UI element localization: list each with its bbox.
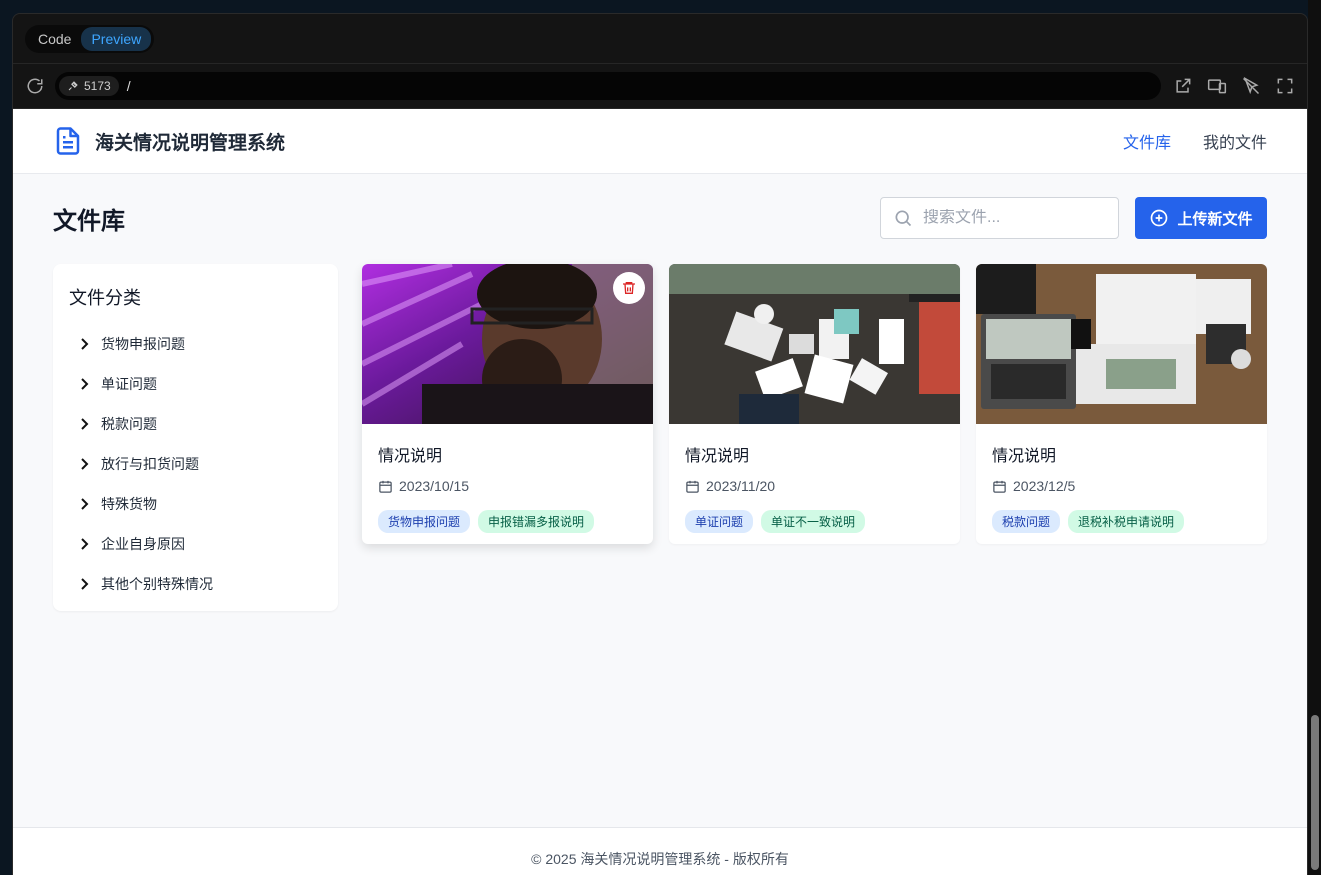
category-item[interactable]: 税款问题 <box>69 404 322 444</box>
card-date: 2023/11/20 <box>685 478 944 494</box>
category-label: 单证问题 <box>101 376 157 392</box>
subcategory-tag[interactable]: 单证不一致说明 <box>761 510 866 533</box>
category-label: 放行与扣货问题 <box>101 456 199 472</box>
file-card[interactable]: 情况说明 2023/10/15 货物申报问题 申报错漏多报说明 <box>362 264 653 544</box>
tag-list: 单证问题 单证不一致说明 <box>685 510 944 533</box>
card-title: 情况说明 <box>685 448 750 465</box>
calendar-icon <box>993 480 1006 493</box>
fullscreen-icon[interactable] <box>1275 76 1295 96</box>
file-card[interactable]: 情况说明 2023/11/20 单证问题 单证不一致说明 <box>669 264 960 544</box>
app-header: 海关情况说明管理系统 文件库 我的文件 <box>13 109 1307 174</box>
category-item[interactable]: 其他个别特殊情况 <box>69 564 322 604</box>
upload-label: 上传新文件 <box>1177 210 1253 228</box>
tab-preview[interactable]: Preview <box>81 26 152 51</box>
file-thumbnail <box>669 264 960 424</box>
category-tag[interactable]: 货物申报问题 <box>378 510 471 533</box>
inspect-cursor-icon[interactable] <box>1241 76 1261 96</box>
card-title: 情况说明 <box>992 448 1057 465</box>
chevron-right-icon <box>81 458 89 470</box>
subcategory-tag[interactable]: 退税补税申请说明 <box>1068 510 1185 533</box>
main-content: 文件分类 货物申报问题 单证问题 税款问题 放行与扣货问题 特殊货物 企业自身原… <box>13 239 1307 611</box>
chevron-right-icon <box>81 498 89 510</box>
external-link-icon[interactable] <box>1173 76 1193 96</box>
app-viewport: 海关情况说明管理系统 文件库 我的文件 文件库 上传新文件 文件分类 货物申报问… <box>13 109 1307 875</box>
sidebar-title: 文件分类 <box>69 288 141 308</box>
category-tag[interactable]: 单证问题 <box>685 510 754 533</box>
document-icon <box>56 127 80 155</box>
chevron-right-icon <box>81 378 89 390</box>
file-thumbnail <box>976 264 1267 424</box>
calendar-icon <box>379 480 392 493</box>
page-title: 文件库 <box>53 207 125 235</box>
nav-library[interactable]: 文件库 <box>1123 129 1171 153</box>
category-item[interactable]: 特殊货物 <box>69 484 322 524</box>
search-input[interactable] <box>923 209 1103 227</box>
date-value: 2023/10/15 <box>399 478 470 494</box>
url-bar: 5173 / <box>13 64 1307 109</box>
preview-tools <box>1173 76 1295 96</box>
main-nav: 文件库 我的文件 <box>1123 129 1267 153</box>
file-card[interactable]: 情况说明 2023/12/5 税款问题 退税补税申请说明 <box>976 264 1267 544</box>
url-path: / <box>126 78 131 94</box>
category-item[interactable]: 放行与扣货问题 <box>69 444 322 484</box>
scrollbar-thumb[interactable] <box>1311 715 1319 870</box>
chevron-right-icon <box>81 538 89 550</box>
chevron-right-icon <box>81 418 89 430</box>
devices-icon[interactable] <box>1207 76 1227 96</box>
chevron-right-icon <box>81 578 89 590</box>
trash-icon <box>623 282 635 294</box>
browser-window: Code Preview 5173 / 海关情况说明管理系统 文件库 我的文件 … <box>12 13 1308 875</box>
file-thumbnail <box>362 264 653 424</box>
category-label: 税款问题 <box>101 416 157 432</box>
tab-code[interactable]: Code <box>28 27 81 51</box>
card-date: 2023/10/15 <box>378 478 637 494</box>
address-field[interactable]: 5173 / <box>55 72 1161 100</box>
delete-button[interactable] <box>613 272 645 304</box>
card-date: 2023/12/5 <box>992 478 1251 494</box>
preview-toolbar: Code Preview <box>13 14 1307 64</box>
reload-icon[interactable] <box>25 76 45 96</box>
category-item[interactable]: 单证问题 <box>69 364 322 404</box>
title-row: 文件库 上传新文件 <box>13 174 1307 239</box>
card-title: 情况说明 <box>378 448 443 465</box>
category-sidebar: 文件分类 货物申报问题 单证问题 税款问题 放行与扣货问题 特殊货物 企业自身原… <box>53 264 338 611</box>
app-title: 海关情况说明管理系统 <box>95 132 286 154</box>
category-label: 其他个别特殊情况 <box>101 576 213 592</box>
nav-my-files[interactable]: 我的文件 <box>1203 129 1267 153</box>
tag-list: 税款问题 退税补税申请说明 <box>992 510 1251 533</box>
port-number: 5173 <box>84 79 111 93</box>
category-item[interactable]: 企业自身原因 <box>69 524 322 564</box>
upload-button[interactable]: 上传新文件 <box>1135 197 1267 239</box>
category-label: 企业自身原因 <box>101 536 185 552</box>
port-badge: 5173 <box>59 76 119 96</box>
search-icon <box>895 210 912 227</box>
category-item[interactable]: 货物申报问题 <box>69 324 322 364</box>
copyright-text: © 2025 海关情况说明管理系统 - 版权所有 <box>531 850 789 867</box>
brand[interactable]: 海关情况说明管理系统 <box>53 125 285 157</box>
category-label: 货物申报问题 <box>101 336 185 352</box>
plus-circle-icon <box>1151 209 1168 227</box>
category-label: 特殊货物 <box>101 496 157 512</box>
date-value: 2023/12/5 <box>1013 478 1076 494</box>
date-value: 2023/11/20 <box>706 478 776 494</box>
subcategory-tag[interactable]: 申报错漏多报说明 <box>478 510 595 533</box>
app-footer: © 2025 海关情况说明管理系统 - 版权所有 <box>13 827 1307 875</box>
tag-list: 货物申报问题 申报错漏多报说明 <box>378 510 637 533</box>
plug-icon <box>68 81 78 91</box>
file-grid: 情况说明 2023/10/15 货物申报问题 申报错漏多报说明 情况说明 202… <box>362 264 1267 611</box>
chevron-right-icon <box>81 338 89 350</box>
category-tag[interactable]: 税款问题 <box>992 510 1061 533</box>
search-box[interactable] <box>880 197 1119 239</box>
page-scrollbar[interactable] <box>1308 0 1321 875</box>
calendar-icon <box>686 480 699 493</box>
view-toggle: Code Preview <box>25 24 155 53</box>
